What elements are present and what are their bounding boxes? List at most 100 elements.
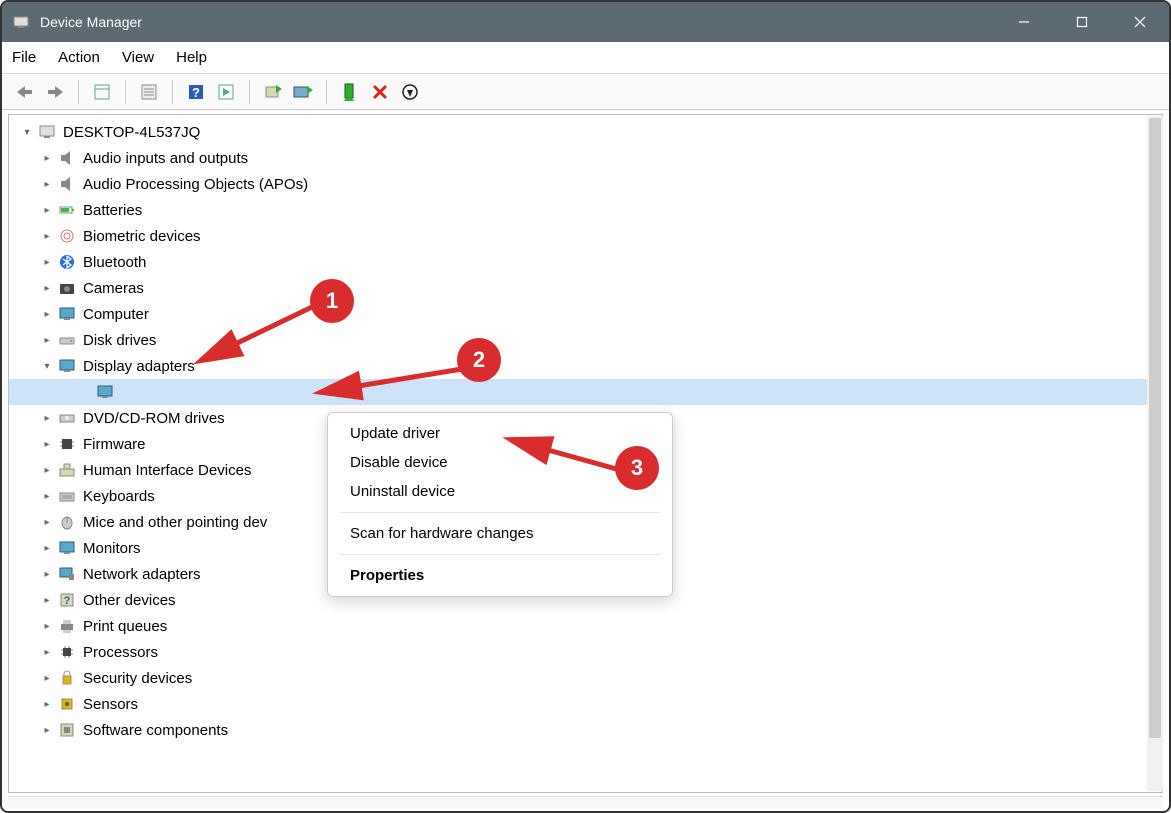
computer-icon bbox=[37, 122, 57, 142]
speaker-icon bbox=[57, 174, 77, 194]
svg-text:?: ? bbox=[64, 595, 71, 607]
network-icon bbox=[57, 564, 77, 584]
menu-file[interactable]: File bbox=[12, 49, 36, 66]
monitor-icon bbox=[57, 356, 77, 376]
back-button[interactable] bbox=[12, 79, 38, 105]
chevron-right-icon[interactable]: ▸ bbox=[39, 306, 55, 322]
update-driver-button[interactable] bbox=[290, 79, 316, 105]
context-properties[interactable]: Properties bbox=[328, 561, 672, 590]
chevron-right-icon[interactable]: ▸ bbox=[39, 280, 55, 296]
root-node[interactable]: ▾ DESKTOP-4L537JQ bbox=[9, 119, 1162, 145]
chevron-right-icon[interactable]: ▸ bbox=[39, 722, 55, 738]
keyboard-icon bbox=[57, 486, 77, 506]
forward-button[interactable] bbox=[42, 79, 68, 105]
action-button[interactable] bbox=[213, 79, 239, 105]
app-icon bbox=[12, 13, 30, 31]
monitor-icon bbox=[57, 304, 77, 324]
chevron-down-icon[interactable]: ▾ bbox=[39, 358, 55, 374]
context-separator bbox=[340, 512, 660, 513]
chevron-right-icon[interactable]: ▸ bbox=[39, 150, 55, 166]
window-title: Device Manager bbox=[40, 14, 142, 30]
bluetooth-icon bbox=[57, 252, 77, 272]
category-computer[interactable]: ▸ Computer bbox=[9, 301, 1162, 327]
menu-action[interactable]: Action bbox=[58, 49, 100, 66]
category-security-devices[interactable]: ▸ Security devices bbox=[9, 665, 1162, 691]
chevron-right-icon[interactable]: ▸ bbox=[39, 228, 55, 244]
chevron-right-icon[interactable]: ▸ bbox=[39, 332, 55, 348]
chevron-right-icon[interactable]: ▸ bbox=[39, 696, 55, 712]
minimize-button[interactable] bbox=[995, 2, 1053, 42]
toolbar: ? bbox=[2, 74, 1169, 110]
disable-button[interactable] bbox=[397, 79, 423, 105]
scrollbar[interactable] bbox=[1147, 116, 1163, 791]
menubar: File Action View Help bbox=[2, 42, 1169, 74]
uninstall-button[interactable] bbox=[367, 79, 393, 105]
annotation-badge-3: 3 bbox=[615, 446, 659, 490]
chevron-right-icon[interactable]: ▸ bbox=[39, 410, 55, 426]
category-software-components[interactable]: ▸ Software components bbox=[9, 717, 1162, 743]
chip-icon bbox=[57, 434, 77, 454]
category-display-adapters[interactable]: ▾ Display adapters bbox=[9, 353, 1162, 379]
statusbar bbox=[8, 796, 1163, 808]
monitor-icon bbox=[57, 538, 77, 558]
category-cameras[interactable]: ▸ Cameras bbox=[9, 275, 1162, 301]
dvd-icon bbox=[57, 408, 77, 428]
scrollbar-thumb[interactable] bbox=[1149, 118, 1161, 738]
chevron-right-icon[interactable]: ▸ bbox=[39, 566, 55, 582]
category-disk-drives[interactable]: ▸ Disk drives bbox=[9, 327, 1162, 353]
category-biometric-devices[interactable]: ▸ Biometric devices bbox=[9, 223, 1162, 249]
category-batteries[interactable]: ▸ Batteries bbox=[9, 197, 1162, 223]
chevron-down-icon[interactable]: ▾ bbox=[19, 124, 35, 140]
sensor-icon bbox=[57, 694, 77, 714]
menu-help[interactable]: Help bbox=[176, 49, 207, 66]
titlebar: Device Manager bbox=[2, 2, 1169, 42]
display-adapter-item[interactable] bbox=[9, 379, 1162, 405]
enable-device-button[interactable] bbox=[337, 79, 363, 105]
context-update-driver[interactable]: Update driver bbox=[328, 419, 672, 448]
chevron-right-icon[interactable]: ▸ bbox=[39, 488, 55, 504]
menu-view[interactable]: View bbox=[122, 49, 154, 66]
chevron-right-icon[interactable]: ▸ bbox=[39, 254, 55, 270]
svg-text:?: ? bbox=[192, 85, 200, 100]
close-button[interactable] bbox=[1111, 2, 1169, 42]
chevron-right-icon[interactable]: ▸ bbox=[39, 176, 55, 192]
category-processors[interactable]: ▸ Processors bbox=[9, 639, 1162, 665]
category-audio-inputs-outputs[interactable]: ▸ Audio inputs and outputs bbox=[9, 145, 1162, 171]
chevron-right-icon[interactable]: ▸ bbox=[39, 436, 55, 452]
security-icon bbox=[57, 668, 77, 688]
hid-icon bbox=[57, 460, 77, 480]
chevron-right-icon[interactable]: ▸ bbox=[39, 670, 55, 686]
camera-icon bbox=[57, 278, 77, 298]
chevron-right-icon[interactable]: ▸ bbox=[39, 202, 55, 218]
battery-icon bbox=[57, 200, 77, 220]
question-icon: ? bbox=[57, 590, 77, 610]
annotation-badge-2: 2 bbox=[457, 338, 501, 382]
speaker-icon bbox=[57, 148, 77, 168]
annotation-badge-1: 1 bbox=[310, 279, 354, 323]
printer-icon bbox=[57, 616, 77, 636]
chevron-right-icon[interactable]: ▸ bbox=[39, 462, 55, 478]
scan-hardware-button[interactable] bbox=[260, 79, 286, 105]
maximize-button[interactable] bbox=[1053, 2, 1111, 42]
fingerprint-icon bbox=[57, 226, 77, 246]
chevron-right-icon[interactable]: ▸ bbox=[39, 540, 55, 556]
category-sensors[interactable]: ▸ Sensors bbox=[9, 691, 1162, 717]
software-icon bbox=[57, 720, 77, 740]
context-separator bbox=[340, 554, 660, 555]
cpu-icon bbox=[57, 642, 77, 662]
category-audio-processing-objects[interactable]: ▸ Audio Processing Objects (APOs) bbox=[9, 171, 1162, 197]
chevron-right-icon[interactable]: ▸ bbox=[39, 618, 55, 634]
category-print-queues[interactable]: ▸ Print queues bbox=[9, 613, 1162, 639]
root-label: DESKTOP-4L537JQ bbox=[63, 124, 200, 141]
context-scan-hardware[interactable]: Scan for hardware changes bbox=[328, 519, 672, 548]
category-bluetooth[interactable]: ▸ Bluetooth bbox=[9, 249, 1162, 275]
help-button[interactable]: ? bbox=[183, 79, 209, 105]
properties-button[interactable] bbox=[136, 79, 162, 105]
context-menu: Update driver Disable device Uninstall d… bbox=[327, 412, 673, 597]
disk-icon bbox=[57, 330, 77, 350]
chevron-right-icon[interactable]: ▸ bbox=[39, 514, 55, 530]
chevron-right-icon[interactable]: ▸ bbox=[39, 644, 55, 660]
show-hidden-button[interactable] bbox=[89, 79, 115, 105]
monitor-icon bbox=[95, 382, 115, 402]
chevron-right-icon[interactable]: ▸ bbox=[39, 592, 55, 608]
